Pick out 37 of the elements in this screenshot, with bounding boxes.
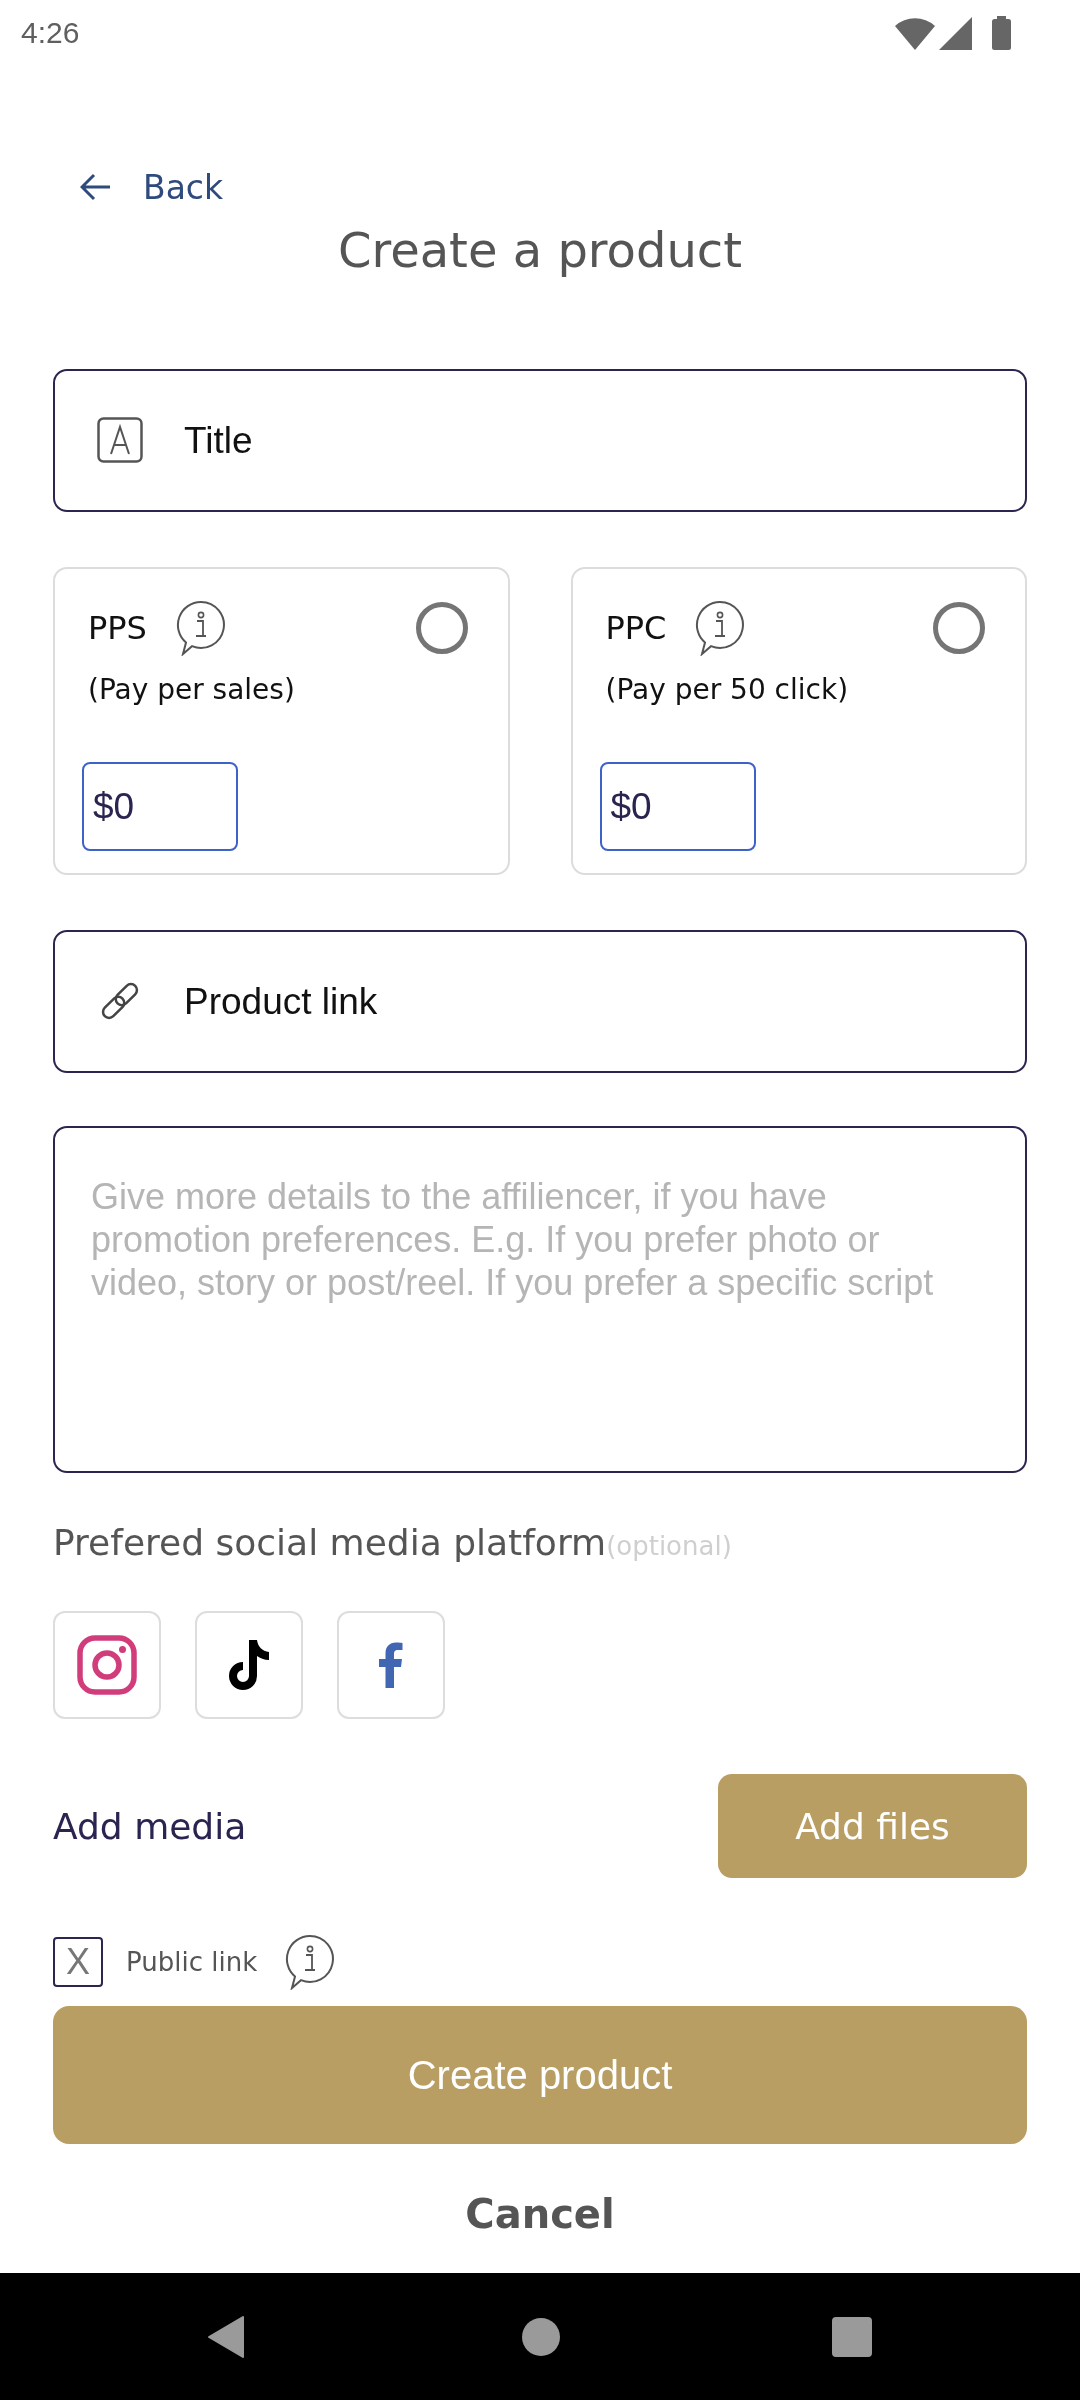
recents-button[interactable] bbox=[832, 2316, 872, 2357]
status-time: 4:26 bbox=[21, 16, 80, 50]
letter-f-icon bbox=[379, 1642, 403, 1688]
back-button[interactable]: Back bbox=[80, 162, 224, 212]
product-link-field[interactable]: Product link bbox=[53, 930, 1027, 1073]
signal-icon bbox=[939, 16, 972, 50]
platform-button[interactable] bbox=[195, 1611, 303, 1719]
music-note-icon bbox=[227, 1640, 271, 1690]
add-media-label: Add media bbox=[53, 1805, 247, 1847]
home-circle-icon bbox=[522, 2317, 560, 2356]
info-icon[interactable] bbox=[694, 599, 745, 656]
info-icon[interactable] bbox=[174, 599, 225, 656]
back-arrow-icon bbox=[80, 173, 111, 201]
nav-back-button[interactable] bbox=[207, 2314, 245, 2359]
public-link-label: Public link bbox=[126, 1947, 258, 1977]
radio-button[interactable] bbox=[933, 601, 985, 654]
plan-label: PPC bbox=[605, 608, 667, 647]
section-label: Prefered social media platform bbox=[53, 1521, 607, 1565]
cancel-button[interactable]: Cancel bbox=[465, 2186, 615, 2242]
price-input[interactable]: $0 bbox=[599, 762, 756, 851]
radio-button[interactable] bbox=[415, 601, 468, 654]
info-icon[interactable] bbox=[284, 1934, 335, 1990]
wifi-icon bbox=[895, 16, 935, 50]
page-title: Create a product bbox=[336, 221, 743, 280]
camera-icon bbox=[77, 1635, 137, 1695]
home-button[interactable] bbox=[522, 2317, 560, 2356]
checkbox[interactable]: X bbox=[53, 1937, 103, 1987]
battery-icon bbox=[992, 16, 1011, 50]
plan-label: PPS bbox=[88, 608, 147, 647]
recents-square-icon bbox=[832, 2316, 872, 2357]
text-icon bbox=[97, 417, 143, 463]
triangle-back-icon bbox=[207, 2314, 245, 2359]
title-field[interactable]: Title bbox=[53, 369, 1027, 512]
plan-description: (Pay per sales) bbox=[88, 672, 295, 708]
details-field[interactable]: Give more details to the affiliencer, if you have promotion preferences. E.g. If you prefer photo or video, story or post/reel. If you prefer a specific script bbox=[53, 1126, 1027, 1473]
plan-description: (Pay per 50 click) bbox=[605, 672, 849, 708]
price-input[interactable]: $0 bbox=[82, 762, 238, 851]
